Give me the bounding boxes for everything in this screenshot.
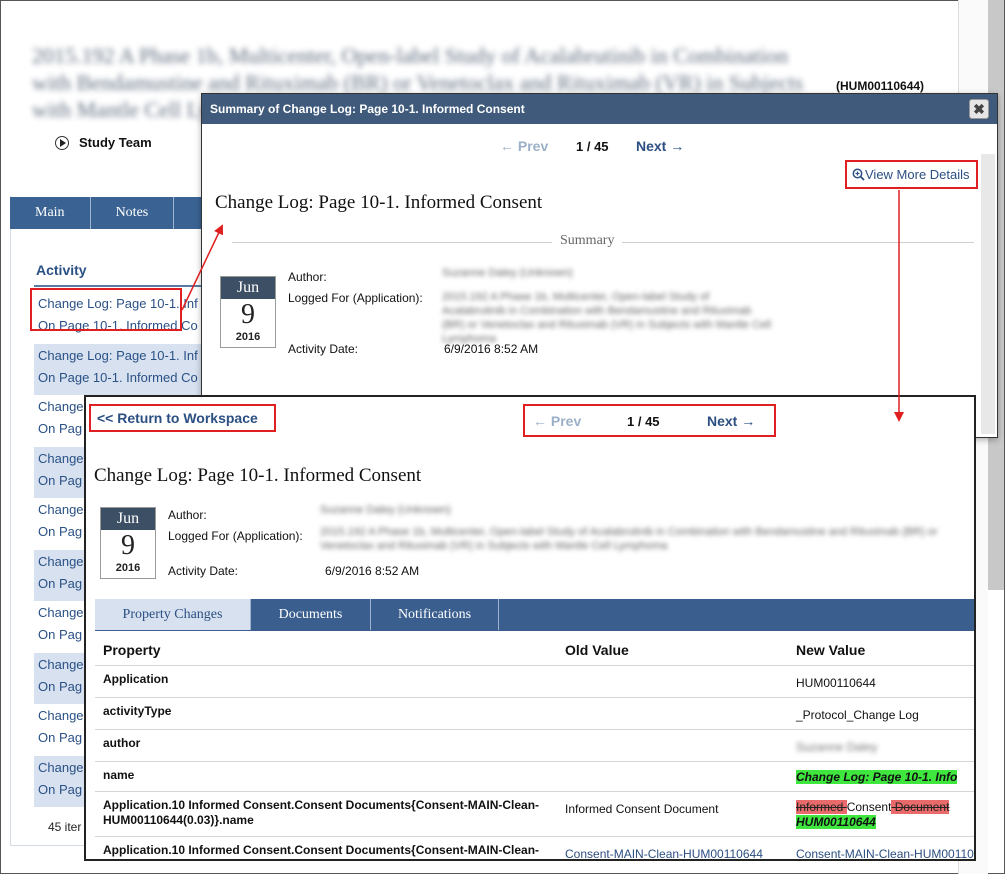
summary-dialog: Summary of Change Log: Page 10-1. Inform…	[201, 93, 998, 438]
author-label: Author:	[288, 270, 327, 284]
property-cell: author	[95, 729, 557, 762]
deleted-text: Informed	[796, 799, 847, 814]
author-value: Suzanne Daley (Unknown)	[320, 504, 451, 516]
prev-button[interactable]: ← Prev	[500, 138, 576, 154]
page-indicator: 1 / 45	[627, 413, 660, 429]
date-year: 2016	[115, 562, 141, 574]
study-team-link[interactable]: Study Team	[55, 135, 152, 150]
logged-for-value: 2015.192 A Phase 1b, Multicenter, Open-l…	[320, 526, 938, 552]
new-value-cell: HUM00110644	[788, 665, 974, 698]
old-value-link[interactable]: Consent-MAIN-Clean-HUM00110644	[557, 836, 788, 859]
tab-main[interactable]: Main	[10, 197, 91, 229]
column-header-new-value: New Value	[788, 635, 974, 666]
date-month: Jun	[221, 277, 275, 299]
table-row: activityType _Protocol_Change Log	[95, 697, 974, 730]
author-label: Author:	[168, 508, 207, 522]
table-header-row: Property Old Value New Value	[95, 635, 974, 666]
return-to-workspace-button[interactable]: << Return to Workspace	[89, 404, 276, 432]
date-day: 9	[121, 530, 135, 561]
annotation-highlight-activity-item	[30, 288, 182, 331]
author-new-value: Suzanne Daley	[796, 739, 878, 754]
deleted-text: Document	[891, 799, 950, 814]
workspace-study-id: (HUM00110644)	[836, 79, 925, 93]
activity-item-title: Change Log: Page 10-1. Inf	[38, 347, 198, 363]
study-team-label: Study Team	[79, 135, 152, 150]
property-cell: activityType	[95, 697, 557, 730]
logged-for-label: Logged For (Application):	[288, 291, 423, 305]
new-value-cell: Change Log: Page 10-1. Info	[788, 761, 974, 792]
old-value-cell	[557, 697, 788, 730]
new-value-cell: _Protocol_Change Log	[788, 697, 974, 730]
date-month: Jun	[101, 508, 155, 530]
new-value-cell: Informed Consent Document HUM00110644	[788, 791, 974, 837]
activity-heading: Activity	[36, 262, 87, 278]
view-more-details-button[interactable]: View More Details	[845, 160, 978, 189]
column-header-property: Property	[95, 635, 557, 666]
activity-divider	[34, 285, 204, 287]
logged-for-label: Logged For (Application):	[168, 529, 303, 543]
activity-item-subtitle: On Page 10-1. Informed Co	[38, 369, 198, 385]
dialog-heading: Change Log: Page 10-1. Informed Consent	[215, 192, 543, 213]
old-value-cell	[557, 729, 788, 762]
dialog-scrollbar[interactable]	[981, 154, 995, 434]
table-row: Application.10 Informed Consent.Consent …	[95, 836, 974, 859]
tab-documents[interactable]: Documents	[251, 599, 371, 630]
new-value-cell: Suzanne Daley	[788, 729, 974, 762]
activity-date-label: Activity Date:	[288, 342, 359, 356]
next-button[interactable]: Next →	[707, 413, 755, 429]
items-count: 45 iter	[48, 820, 82, 834]
expand-arrow-icon	[55, 135, 69, 150]
prev-button[interactable]: ← Prev	[533, 413, 627, 429]
zoom-in-icon	[852, 168, 865, 181]
activity-date-value: 6/9/2016 8:52 AM	[444, 342, 539, 356]
old-value-cell	[557, 761, 788, 792]
inserted-text: Change Log: Page 10-1. Info	[796, 769, 958, 784]
property-cell: Application	[95, 665, 557, 698]
new-value-link[interactable]: Consent-MAIN-Clean-HUM00110644	[788, 836, 974, 859]
tab-notes[interactable]: Notes	[91, 197, 175, 229]
tab-notifications[interactable]: Notifications	[371, 599, 499, 630]
table-row: author Suzanne Daley	[95, 729, 974, 762]
old-value-cell	[557, 665, 788, 698]
workspace-tabs: Main Notes	[10, 197, 210, 229]
table-row: name Change Log: Page 10-1. Info	[95, 761, 974, 792]
date-year: 2016	[235, 331, 261, 343]
close-button[interactable]: ✖	[969, 99, 989, 119]
detail-tabs: Property Changes Documents Notifications	[95, 599, 974, 631]
unchanged-text: Consent	[846, 799, 892, 814]
property-cell: Application.10 Informed Consent.Consent …	[95, 836, 557, 859]
next-button[interactable]: Next →	[636, 138, 684, 154]
activity-date-label: Activity Date:	[168, 564, 239, 578]
page-indicator: 1 / 45	[576, 138, 609, 154]
date-day: 9	[241, 299, 255, 330]
column-header-old-value: Old Value	[557, 635, 788, 666]
property-cell: name	[95, 761, 557, 792]
detail-heading: Change Log: Page 10-1. Informed Consent	[94, 465, 422, 486]
dialog-title: Summary of Change Log: Page 10-1. Inform…	[210, 102, 525, 116]
detail-window: << Return to Workspace ← Prev 1 / 45 Nex…	[84, 395, 976, 861]
dialog-pager: ← Prev 1 / 45 Next →	[500, 138, 700, 154]
old-value-cell: Informed Consent Document	[557, 791, 788, 837]
activity-item[interactable]: Change Log: Page 10-1. Inf On Page 10-1. …	[34, 343, 204, 395]
summary-section-label: Summary	[552, 233, 623, 249]
activity-date-value: 6/9/2016 8:52 AM	[325, 564, 420, 578]
logged-for-value: 2015.192 A Phase 1b, Multicenter, Open-l…	[442, 291, 771, 345]
detail-pager: ← Prev 1 / 45 Next →	[533, 413, 755, 429]
date-badge: Jun 9 2016	[100, 507, 156, 579]
table-row: Application HUM00110644	[95, 665, 974, 698]
property-cell: Application.10 Informed Consent.Consent …	[95, 791, 557, 837]
table-row: Application.10 Informed Consent.Consent …	[95, 791, 974, 837]
property-changes-table: Property Old Value New Value Application…	[95, 635, 974, 859]
view-more-label: View More Details	[865, 167, 970, 182]
author-value: Suzanne Daley (Unknown)	[442, 267, 573, 279]
dialog-header: Summary of Change Log: Page 10-1. Inform…	[202, 94, 997, 124]
tab-property-changes[interactable]: Property Changes	[95, 599, 251, 630]
close-icon: ✖	[973, 101, 985, 117]
date-badge: Jun 9 2016	[220, 276, 276, 348]
inserted-text: HUM00110644	[796, 814, 876, 829]
